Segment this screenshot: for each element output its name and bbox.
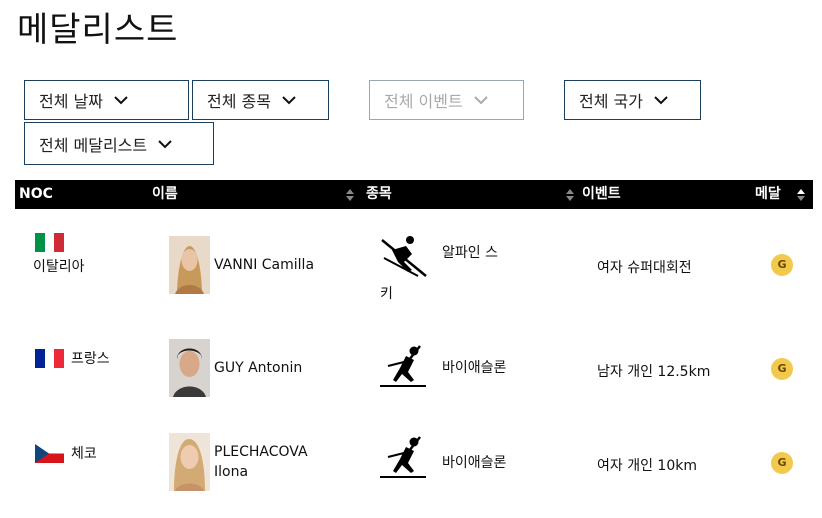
athlete-photo <box>169 433 210 491</box>
gold-medal-badge: G <box>771 452 793 474</box>
sport-name-cont: 키 <box>380 286 393 302</box>
event-name: 여자 슈퍼대회전 <box>597 260 692 276</box>
date-filter-dropdown[interactable]: 전체 날짜 <box>24 80 189 120</box>
chevron-down-icon <box>473 96 488 105</box>
header-sport[interactable]: 종목 <box>366 180 392 209</box>
sort-icon[interactable] <box>566 189 574 201</box>
athlete-name[interactable]: GUY Antonin <box>214 360 302 376</box>
header-noc: NOC <box>19 186 53 202</box>
sport-name: 바이애슬론 <box>442 360 507 376</box>
event-filter-dropdown[interactable]: 전체 이벤트 <box>369 80 524 120</box>
country-name: 이탈리아 <box>33 259 85 275</box>
sport-filter-label: 전체 종목 <box>207 92 271 111</box>
event-name: 여자 개인 10km <box>597 458 697 474</box>
chevron-down-icon <box>654 96 668 105</box>
medalist-filter-dropdown[interactable]: 전체 메달리스트 <box>24 122 214 165</box>
table-header: NOC 이름 종목 이벤트 메달 <box>15 180 813 209</box>
date-filter-label: 전체 날짜 <box>39 92 103 111</box>
athlete-name-cont[interactable]: Ilona <box>214 464 248 480</box>
sport-name: 알파인 스 <box>442 245 498 261</box>
table-row[interactable]: 이탈리아 VANNI Camilla 알파인 스 키 여자 슈퍼대회전 G <box>15 220 813 315</box>
flag-czech-icon <box>35 444 64 463</box>
table-row[interactable]: 체코 PLECHACOVA Ilona 바이애슬론 여자 개인 10km G <box>15 423 813 518</box>
page-title: 메달리스트 <box>17 10 179 50</box>
country-name: 체코 <box>71 446 97 462</box>
sport-filter-dropdown[interactable]: 전체 종목 <box>192 80 329 120</box>
athlete-name[interactable]: PLECHACOVA <box>214 444 308 460</box>
sort-icon[interactable] <box>346 189 354 201</box>
sort-icon[interactable] <box>797 189 805 201</box>
sport-name: 바이애슬론 <box>442 455 507 471</box>
chevron-down-icon <box>114 96 128 105</box>
biathlon-icon <box>380 436 426 478</box>
flag-italy-icon <box>35 233 64 252</box>
flag-france-icon <box>35 349 64 368</box>
chevron-down-icon <box>282 96 296 105</box>
gold-medal-badge: G <box>771 254 793 276</box>
athlete-name[interactable]: VANNI Camilla <box>214 257 314 273</box>
biathlon-icon <box>380 345 426 387</box>
athlete-photo <box>169 339 210 397</box>
country-filter-label: 전체 국가 <box>579 92 643 111</box>
table-row[interactable]: 프랑스 GUY Antonin 바이애슬론 남자 개인 12.5km G <box>15 328 813 423</box>
alpine-skiing-icon <box>381 236 427 277</box>
header-medal[interactable]: 메달 <box>755 180 781 209</box>
country-name: 프랑스 <box>71 351 110 367</box>
header-name[interactable]: 이름 <box>152 180 178 209</box>
medalist-filter-label: 전체 메달리스트 <box>39 135 148 155</box>
chevron-down-icon <box>158 139 172 148</box>
event-name: 남자 개인 12.5km <box>597 364 711 380</box>
gold-medal-badge: G <box>771 358 793 380</box>
event-filter-label: 전체 이벤트 <box>384 92 463 111</box>
header-event[interactable]: 이벤트 <box>582 180 621 209</box>
athlete-photo <box>169 236 210 294</box>
country-filter-dropdown[interactable]: 전체 국가 <box>564 80 701 120</box>
